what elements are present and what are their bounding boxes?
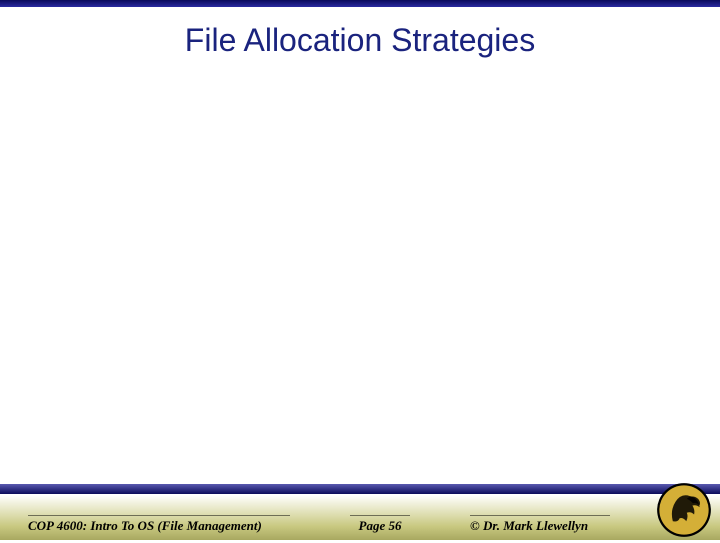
footer-page-text: Page 56 bbox=[350, 515, 410, 534]
footer-navy-stripe bbox=[0, 484, 720, 494]
footer-course-text: COP 4600: Intro To OS (File Management) bbox=[28, 515, 290, 534]
slide: File Allocation Strategies COP 4600: Int… bbox=[0, 0, 720, 540]
top-border-bar bbox=[0, 0, 720, 7]
slide-title: File Allocation Strategies bbox=[0, 22, 720, 59]
ucf-pegasus-logo-icon bbox=[656, 482, 712, 538]
footer-bar: COP 4600: Intro To OS (File Management) … bbox=[0, 484, 720, 540]
footer-author-text: © Dr. Mark Llewellyn bbox=[470, 515, 610, 534]
footer-gradient: COP 4600: Intro To OS (File Management) … bbox=[0, 494, 720, 540]
